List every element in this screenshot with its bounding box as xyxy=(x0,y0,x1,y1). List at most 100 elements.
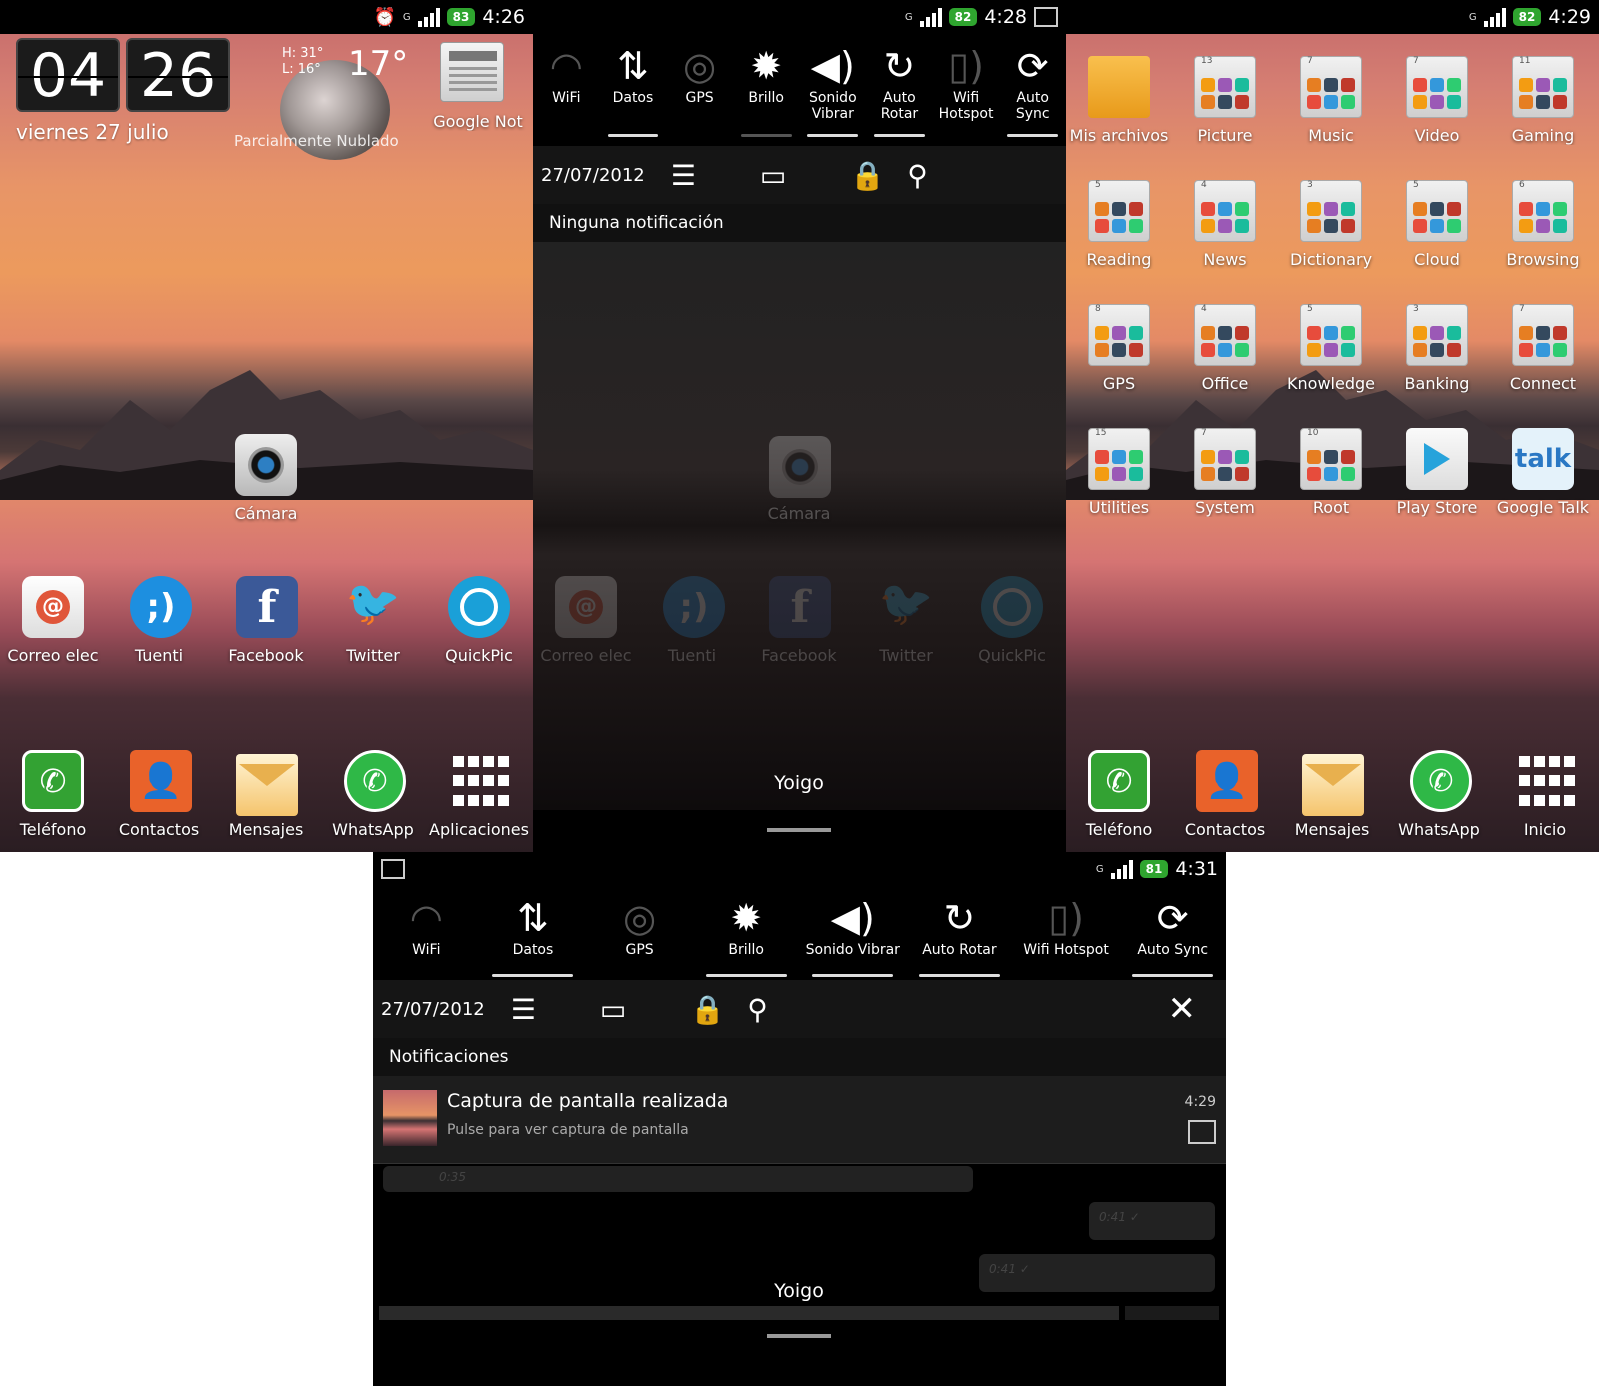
search-icon[interactable]: ⚲ xyxy=(747,993,768,1026)
recent-apps-icon[interactable]: ▭ xyxy=(600,993,626,1026)
toggle-brillo[interactable]: ✹ Brillo xyxy=(693,894,800,977)
app-label: Correo elec xyxy=(540,646,632,665)
quick-settings-row: ◠ WiFi ⇅ Datos ◎ GPS ✹ Brillo ◀) Sonido Vibra… xyxy=(373,894,1226,977)
app-drawer-icon[interactable] xyxy=(450,750,512,812)
folder-banking-icon[interactable]: 3 xyxy=(1406,304,1468,366)
toggle-rotar[interactable]: ↻ Auto Rotar xyxy=(866,42,933,137)
weather-widget[interactable]: H: 31° L: 16° 17° xyxy=(280,40,408,160)
battery-icon: 82 xyxy=(948,8,978,26)
folder-reading-icon[interactable]: 5 xyxy=(1088,180,1150,242)
toggle-gps[interactable]: ◎ GPS xyxy=(586,894,693,958)
weather-high: H: 31° xyxy=(282,46,324,61)
toggle-gps[interactable]: ◎ GPS xyxy=(666,42,733,122)
signal-icon xyxy=(1483,7,1506,27)
folder-utilities-icon[interactable]: 15 xyxy=(1088,428,1150,490)
folder-icon[interactable] xyxy=(1088,56,1150,118)
contacts-icon[interactable]: 👤 xyxy=(130,750,192,812)
folder-count: 7 xyxy=(1413,56,1419,66)
folder-count: 11 xyxy=(1519,56,1531,66)
flip-clock-widget[interactable]: 04 26 xyxy=(16,38,230,112)
folder-knowledge-icon[interactable]: 5 xyxy=(1300,304,1362,366)
folder-label: Browsing xyxy=(1506,250,1580,269)
lock-icon[interactable]: 🔒 xyxy=(850,159,885,192)
quickpic-icon xyxy=(981,576,1043,638)
contacts-icon[interactable]: 👤 xyxy=(1196,750,1258,812)
toggle-wifi[interactable]: ◠ WiFi xyxy=(533,42,600,122)
toggle-sync[interactable]: ⟳ Auto Sync xyxy=(999,42,1066,137)
whatsapp-icon[interactable]: ✆ xyxy=(344,750,406,812)
folder-count: 7 xyxy=(1307,56,1313,66)
talk-logo: talk xyxy=(1514,444,1572,474)
email-icon[interactable]: @ xyxy=(22,576,84,638)
home-grid-icon[interactable] xyxy=(1516,750,1578,812)
toggle-wifi[interactable]: ◠ WiFi xyxy=(373,894,480,958)
camera-icon[interactable] xyxy=(235,434,297,496)
settings-sliders-icon[interactable]: ☰ xyxy=(671,159,696,192)
network-type: G xyxy=(904,11,913,23)
quickpic-icon[interactable] xyxy=(448,576,510,638)
clear-notifications-icon[interactable]: ✕ xyxy=(1168,989,1197,1029)
brightness-icon: ✹ xyxy=(750,44,783,88)
app-label: Tuenti xyxy=(134,646,184,665)
sound-icon: ◀) xyxy=(830,896,875,940)
dimmed-wallpaper xyxy=(533,242,1066,810)
chat-bubble: 0:41 ✓ xyxy=(979,1254,1215,1292)
dock-label: Mensajes xyxy=(228,820,304,839)
toggle-datos[interactable]: ⇅ Datos xyxy=(600,42,667,137)
toggle-sonido[interactable]: ◀) Sonido Vibrar xyxy=(800,42,867,137)
folder-connect-icon[interactable]: 7 xyxy=(1512,304,1574,366)
folder-dictionary-icon[interactable]: 3 xyxy=(1300,180,1362,242)
battery-icon: 82 xyxy=(1512,8,1542,26)
toggle-rotar[interactable]: ↻ Auto Rotar xyxy=(906,894,1013,977)
screenshot-icon xyxy=(1034,7,1058,27)
folder-root-icon[interactable]: 10 xyxy=(1300,428,1362,490)
lock-icon[interactable]: 🔒 xyxy=(690,993,725,1026)
whatsapp-icon[interactable]: ✆ xyxy=(1410,750,1472,812)
play-store-icon[interactable] xyxy=(1406,428,1468,490)
folder-music-icon[interactable]: 7 xyxy=(1300,56,1362,118)
shade-drag-handle[interactable] xyxy=(767,1334,831,1338)
tuenti-icon[interactable]: ;) xyxy=(130,576,192,638)
shade-drag-handle[interactable] xyxy=(767,828,831,832)
dock-label: WhatsApp xyxy=(332,820,414,839)
folder-office-icon[interactable]: 4 xyxy=(1194,304,1256,366)
toggle-sonido[interactable]: ◀) Sonido Vibrar xyxy=(800,894,907,977)
folder-label: GPS xyxy=(1102,374,1136,393)
toggle-sync[interactable]: ⟳ Auto Sync xyxy=(1119,894,1226,977)
home-screen-folders: G 82 4:29 Mis archivos 13 Picture 7 Music 7 Vi… xyxy=(1066,0,1599,852)
screenshot-thumbnail xyxy=(383,1090,437,1146)
facebook-icon[interactable]: f xyxy=(236,576,298,638)
screenshot-notification[interactable]: Captura de pantalla realizada Pulse para… xyxy=(373,1076,1226,1164)
email-icon: @ xyxy=(555,576,617,638)
signal-icon xyxy=(417,7,440,27)
recent-apps-icon[interactable]: ▭ xyxy=(760,159,786,192)
toggle-brillo[interactable]: ✹ Brillo xyxy=(733,42,800,137)
folder-picture-icon[interactable]: 13 xyxy=(1194,56,1256,118)
folder-gps-icon[interactable]: 8 xyxy=(1088,304,1150,366)
settings-sliders-icon[interactable]: ☰ xyxy=(511,993,536,1026)
clock-hours: 04 xyxy=(16,38,120,112)
folder-news-icon[interactable]: 4 xyxy=(1194,180,1256,242)
google-talk-icon[interactable]: talk xyxy=(1512,428,1574,490)
folder-system-icon[interactable]: 7 xyxy=(1194,428,1256,490)
status-bar: ⏰ G 83 4:26 xyxy=(0,0,533,34)
folder-cloud-icon[interactable]: 5 xyxy=(1406,180,1468,242)
shade-toolbar: 27/07/2012 ☰ ▭ 🔒 ⚲ xyxy=(533,146,1066,204)
messages-icon[interactable] xyxy=(236,754,298,816)
phone-icon[interactable]: ✆ xyxy=(22,750,84,812)
toggle-hotspot[interactable]: ▯) Wifi Hotspot xyxy=(1013,894,1120,958)
news-widget-icon[interactable] xyxy=(440,42,504,102)
folder-browsing-icon[interactable]: 6 xyxy=(1512,180,1574,242)
toggle-datos[interactable]: ⇅ Datos xyxy=(480,894,587,977)
folder-label: Root xyxy=(1312,498,1350,517)
toggle-hotspot[interactable]: ▯) Wifi Hotspot xyxy=(933,42,1000,122)
twitter-icon[interactable]: 🐦 xyxy=(342,572,404,634)
app-label: Tuenti xyxy=(667,646,717,665)
folder-video-icon[interactable]: 7 xyxy=(1406,56,1468,118)
folder-gaming-icon[interactable]: 11 xyxy=(1512,56,1574,118)
search-icon[interactable]: ⚲ xyxy=(907,159,928,192)
phone-icon[interactable]: ✆ xyxy=(1088,750,1150,812)
data-icon: ⇅ xyxy=(617,44,649,88)
shade-toolbar: 27/07/2012 ☰ ▭ 🔒 ⚲ ✕ xyxy=(373,980,1226,1038)
messages-icon[interactable] xyxy=(1302,754,1364,816)
